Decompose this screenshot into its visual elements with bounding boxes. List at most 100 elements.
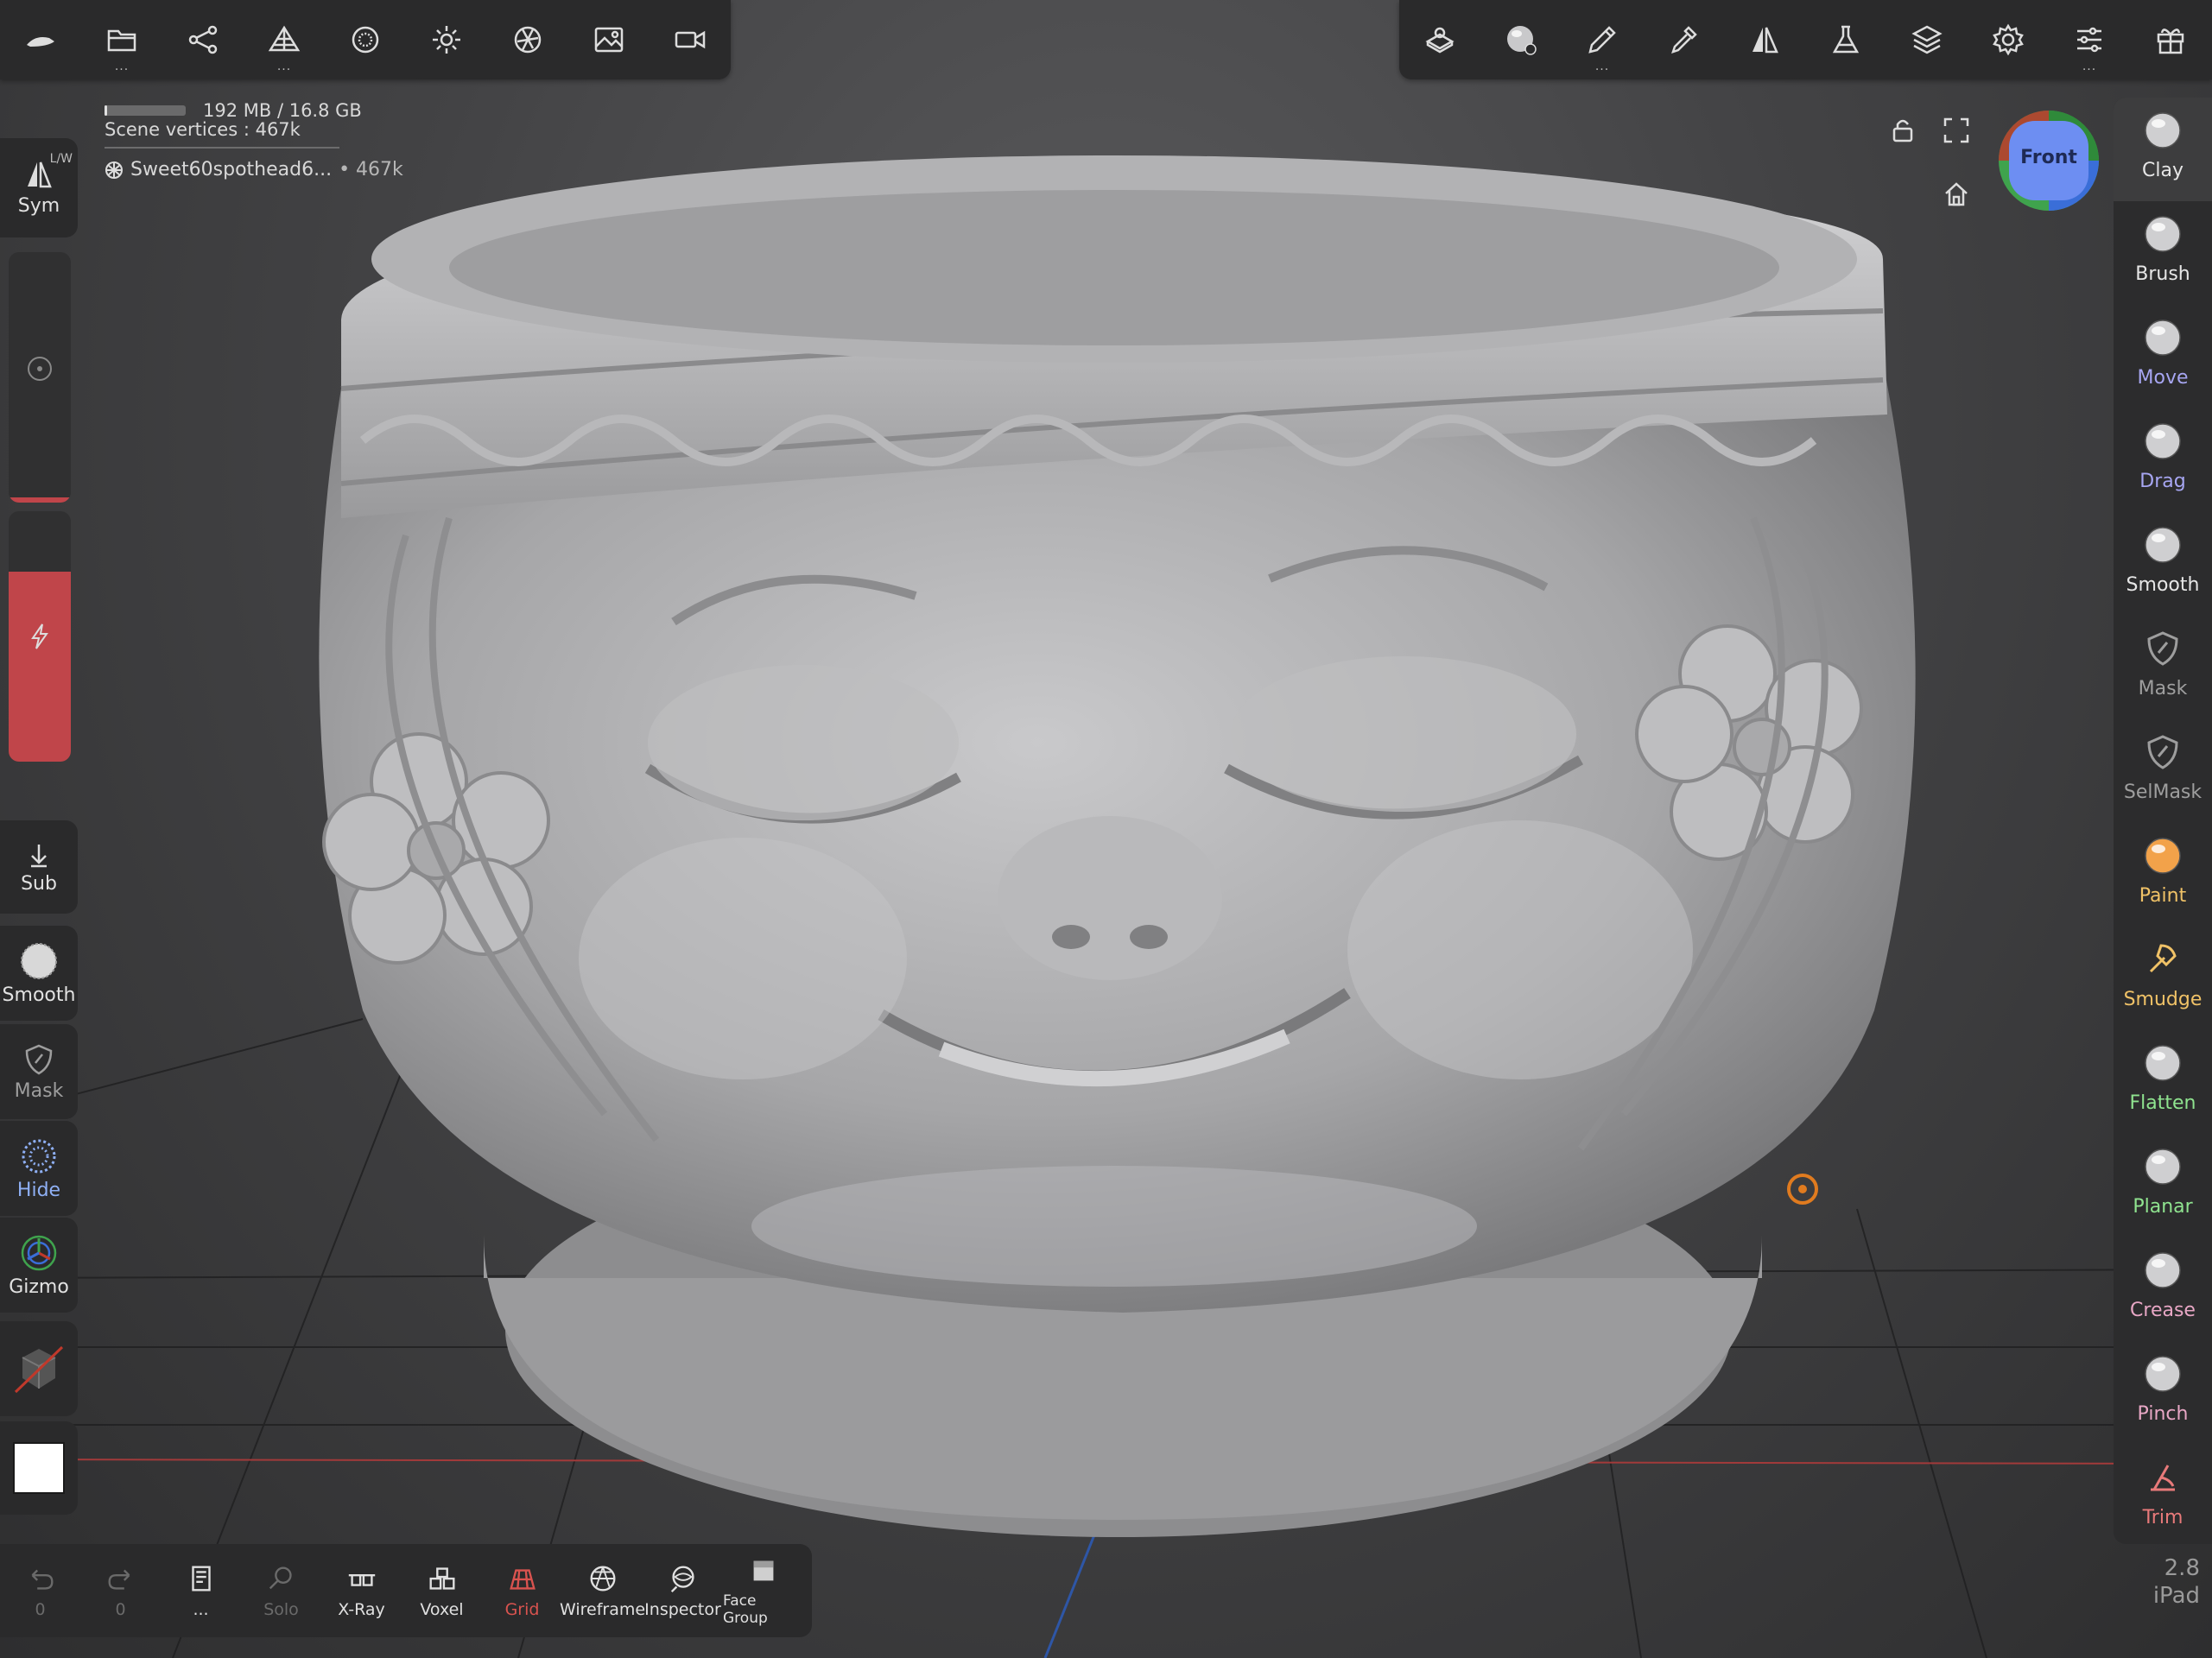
smudge-icon <box>2149 944 2177 973</box>
trim-icon <box>2151 1465 2175 1491</box>
bottom-label: Voxel <box>420 1600 464 1619</box>
video-camera-icon[interactable] <box>650 0 731 79</box>
top-left-toolbar: ... ... <box>0 0 731 79</box>
grid-icon <box>509 1569 536 1590</box>
tool-smudge[interactable]: Smudge <box>2114 927 2212 1030</box>
eyedropper-icon[interactable] <box>1643 0 1724 79</box>
memory-bar <box>105 105 186 116</box>
intensity-slider-fill <box>9 571 71 762</box>
tool-trim[interactable]: Trim <box>2114 1445 2212 1544</box>
shading-toggle[interactable] <box>0 1321 78 1416</box>
tool-label: SelMask <box>2123 782 2202 803</box>
mask-label: Mask <box>14 1079 64 1102</box>
gizmo-label: Gizmo <box>9 1275 69 1298</box>
topology-icon[interactable]: ... <box>244 0 325 79</box>
crease-sphere-icon <box>2145 1252 2181 1288</box>
bottom-face-group-button[interactable]: Face Group <box>723 1544 803 1637</box>
intensity-slider[interactable] <box>9 511 71 762</box>
selected-object[interactable]: Sweet60spothead6... • 467k <box>105 159 403 180</box>
tool-label: Mask <box>2138 678 2188 699</box>
mask-icon <box>2147 631 2178 666</box>
bottom-grid-button[interactable]: Grid <box>482 1544 562 1637</box>
redo-icon <box>108 1569 130 1590</box>
mask-button[interactable]: Mask <box>0 1024 78 1119</box>
tool-planar[interactable]: Planar <box>2114 1134 2212 1237</box>
radius-slider[interactable] <box>9 252 71 503</box>
gear-icon[interactable] <box>1968 0 2049 79</box>
sym-button[interactable]: Sym L/W <box>0 138 78 237</box>
arrow-down-icon <box>31 844 47 867</box>
sun-icon[interactable] <box>406 0 487 79</box>
3d-viewport[interactable] <box>0 0 2212 1658</box>
sliders-icon[interactable]: ... <box>2049 0 2130 79</box>
smooth-button[interactable]: Smooth <box>0 926 78 1021</box>
tool-pinch[interactable]: Pinch <box>2114 1341 2212 1445</box>
bottom-inspector-button[interactable]: Inspector <box>643 1544 723 1637</box>
object-name: Sweet60spothead6... <box>130 159 333 180</box>
fullscreen-icon[interactable] <box>1942 116 1971 145</box>
bottom-voxel-cubes-button[interactable]: Voxel <box>402 1544 482 1637</box>
tool-drag[interactable]: Drag <box>2114 408 2212 512</box>
view-cube[interactable]: Front <box>1997 109 2101 212</box>
tool-selmask[interactable]: SelMask <box>2114 719 2212 823</box>
material-sphere-icon[interactable] <box>325 0 406 79</box>
bottom-toolbar: 0 0... Solo X-Ray Voxel Grid Wireframe Inspecto… <box>0 1544 812 1637</box>
aperture-icon[interactable] <box>487 0 568 79</box>
sym-mode: L/W <box>49 152 73 166</box>
pot-mesh <box>319 155 1916 1537</box>
matcap-sphere-icon[interactable] <box>1480 0 1562 79</box>
scene-vertices: Scene vertices : 467k <box>105 119 301 140</box>
flatten-sphere-icon <box>2145 1045 2181 1081</box>
paint-sphere-icon <box>2145 838 2181 874</box>
bottom-xray-glasses-button[interactable]: X-Ray <box>321 1544 402 1637</box>
tool-label: Move <box>2137 367 2189 389</box>
tool-label: Planar <box>2133 1196 2193 1218</box>
nomad-logo-icon[interactable] <box>0 0 81 79</box>
gizmo-button[interactable]: Gizmo <box>0 1218 78 1313</box>
gift-icon[interactable] <box>2130 0 2211 79</box>
symmetry-icon[interactable] <box>1724 0 1805 79</box>
layers-icon[interactable] <box>1886 0 1968 79</box>
tool-crease[interactable]: Crease <box>2114 1237 2212 1341</box>
bottom-undo-button[interactable]: 0 <box>0 1544 80 1637</box>
folder-icon[interactable]: ... <box>81 0 162 79</box>
pivot-target-icon[interactable] <box>1787 1174 1818 1205</box>
sub-label: Sub <box>21 872 57 895</box>
inspector-icon <box>670 1566 694 1593</box>
bottom-wireframe-button[interactable]: Wireframe <box>560 1544 645 1637</box>
sculpt-scene[interactable] <box>0 0 2212 1658</box>
bottom-solo-search-button[interactable]: Solo <box>241 1544 321 1637</box>
smooth-sphere-icon <box>2145 527 2181 563</box>
image-icon[interactable] <box>568 0 650 79</box>
sub-button[interactable]: Sub <box>0 820 78 914</box>
tool-paint[interactable]: Paint <box>2114 823 2212 927</box>
color-swatch[interactable] <box>0 1421 78 1515</box>
bottom-label: 0 <box>35 1600 46 1619</box>
solo-search-icon <box>269 1566 292 1590</box>
tool-clay[interactable]: Clay <box>2114 98 2212 201</box>
home-view-icon[interactable] <box>1942 180 1971 209</box>
version-number: 2.8 <box>2164 1555 2200 1581</box>
object-vertex-count: • 467k <box>339 159 403 180</box>
gizmo-icon <box>21 1235 57 1270</box>
tool-smooth[interactable]: Smooth <box>2114 512 2212 616</box>
history-doc-icon <box>191 1566 211 1592</box>
tool-move[interactable]: Move <box>2114 305 2212 408</box>
scene-graph-icon[interactable] <box>162 0 244 79</box>
tool-label: Flatten <box>2129 1092 2196 1114</box>
hide-button[interactable]: Hide <box>0 1121 78 1216</box>
brush-pen-icon[interactable]: ... <box>1562 0 1643 79</box>
lock-icon[interactable] <box>1888 116 1917 145</box>
clay-sphere-icon <box>2145 112 2181 149</box>
memory-text: 192 MB / 16.8 GB <box>203 100 362 121</box>
tool-brush[interactable]: Brush <box>2114 201 2212 305</box>
flask-icon[interactable] <box>1805 0 1886 79</box>
bottom-redo-button[interactable]: 0 <box>80 1544 161 1637</box>
scene-settings-icon[interactable] <box>1399 0 1480 79</box>
hide-label: Hide <box>16 1179 61 1201</box>
tool-mask[interactable]: Mask <box>2114 616 2212 719</box>
tool-flatten[interactable]: Flatten <box>2114 1030 2212 1134</box>
tool-label: Smooth <box>2126 574 2200 596</box>
memory-usage: 192 MB / 16.8 GB <box>105 100 403 121</box>
bottom-history-doc-button[interactable]: ... <box>161 1544 241 1637</box>
